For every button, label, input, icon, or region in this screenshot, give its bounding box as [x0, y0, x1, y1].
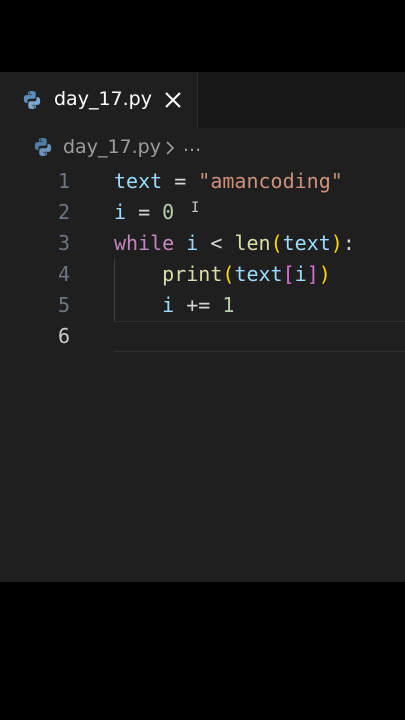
code-token: print	[162, 262, 223, 286]
code-line[interactable]: 3 while i < len(text):	[0, 228, 405, 259]
code-token: =	[162, 169, 199, 193]
code-token: "amancoding"	[198, 169, 343, 193]
code-token: :	[342, 231, 355, 255]
breadcrumb-file[interactable]: day_17.py	[63, 136, 161, 158]
code-text: while i < len(text):	[114, 231, 355, 255]
code-token: len	[234, 231, 271, 255]
code-text: text = "amancoding"	[114, 169, 343, 193]
code-token: text	[234, 262, 283, 286]
code-token: 1	[222, 293, 235, 317]
code-token: i	[186, 231, 199, 255]
tab-label: day_17.py	[54, 88, 152, 110]
code-line[interactable]: 4 print(text[i])	[0, 259, 405, 290]
line-number: 5	[57, 293, 70, 317]
code-token: <	[198, 231, 235, 255]
code-token: (	[222, 262, 235, 286]
code-token: +=	[174, 293, 223, 317]
line-number: 2	[57, 200, 70, 224]
code-text: i = 0	[114, 200, 174, 224]
code-token: i	[162, 293, 175, 317]
line-number: 1	[57, 169, 70, 193]
breadcrumb-ellipsis[interactable]: ...	[183, 134, 201, 156]
code-token: ]	[306, 262, 319, 286]
python-icon	[34, 138, 52, 156]
close-icon[interactable]	[163, 90, 183, 110]
python-icon	[23, 91, 41, 109]
code-token: i	[294, 262, 307, 286]
code-line[interactable]: 1 text = "amancoding"	[0, 166, 405, 197]
code-text: i += 1	[114, 293, 234, 317]
code-line[interactable]: 6	[0, 321, 405, 352]
code-text: print(text[i])	[114, 262, 331, 286]
code-token: )	[318, 262, 331, 286]
code-token: )	[330, 231, 343, 255]
code-token: text	[114, 169, 163, 193]
code-token: text	[282, 231, 331, 255]
code-token: i	[114, 200, 127, 224]
code-token: =	[126, 200, 163, 224]
line-number: 4	[57, 262, 70, 286]
code-token: 0	[162, 200, 175, 224]
code-line[interactable]: 5 i += 1	[0, 290, 405, 321]
tab-bar: day_17.py	[0, 72, 405, 128]
chevron-right-icon	[166, 141, 175, 155]
code-line[interactable]: 2 i = 0	[0, 197, 405, 228]
code-token: [	[282, 262, 295, 286]
breadcrumb: day_17.py ...	[0, 128, 405, 168]
line-number: 6	[57, 324, 70, 348]
line-number: 3	[57, 231, 70, 255]
code-editor: day_17.py day_17.py ... I 1 text = "amanc…	[0, 72, 405, 582]
code-token: (	[270, 231, 283, 255]
code-token: while	[114, 231, 175, 255]
tab-day-17-py[interactable]: day_17.py	[0, 72, 198, 128]
